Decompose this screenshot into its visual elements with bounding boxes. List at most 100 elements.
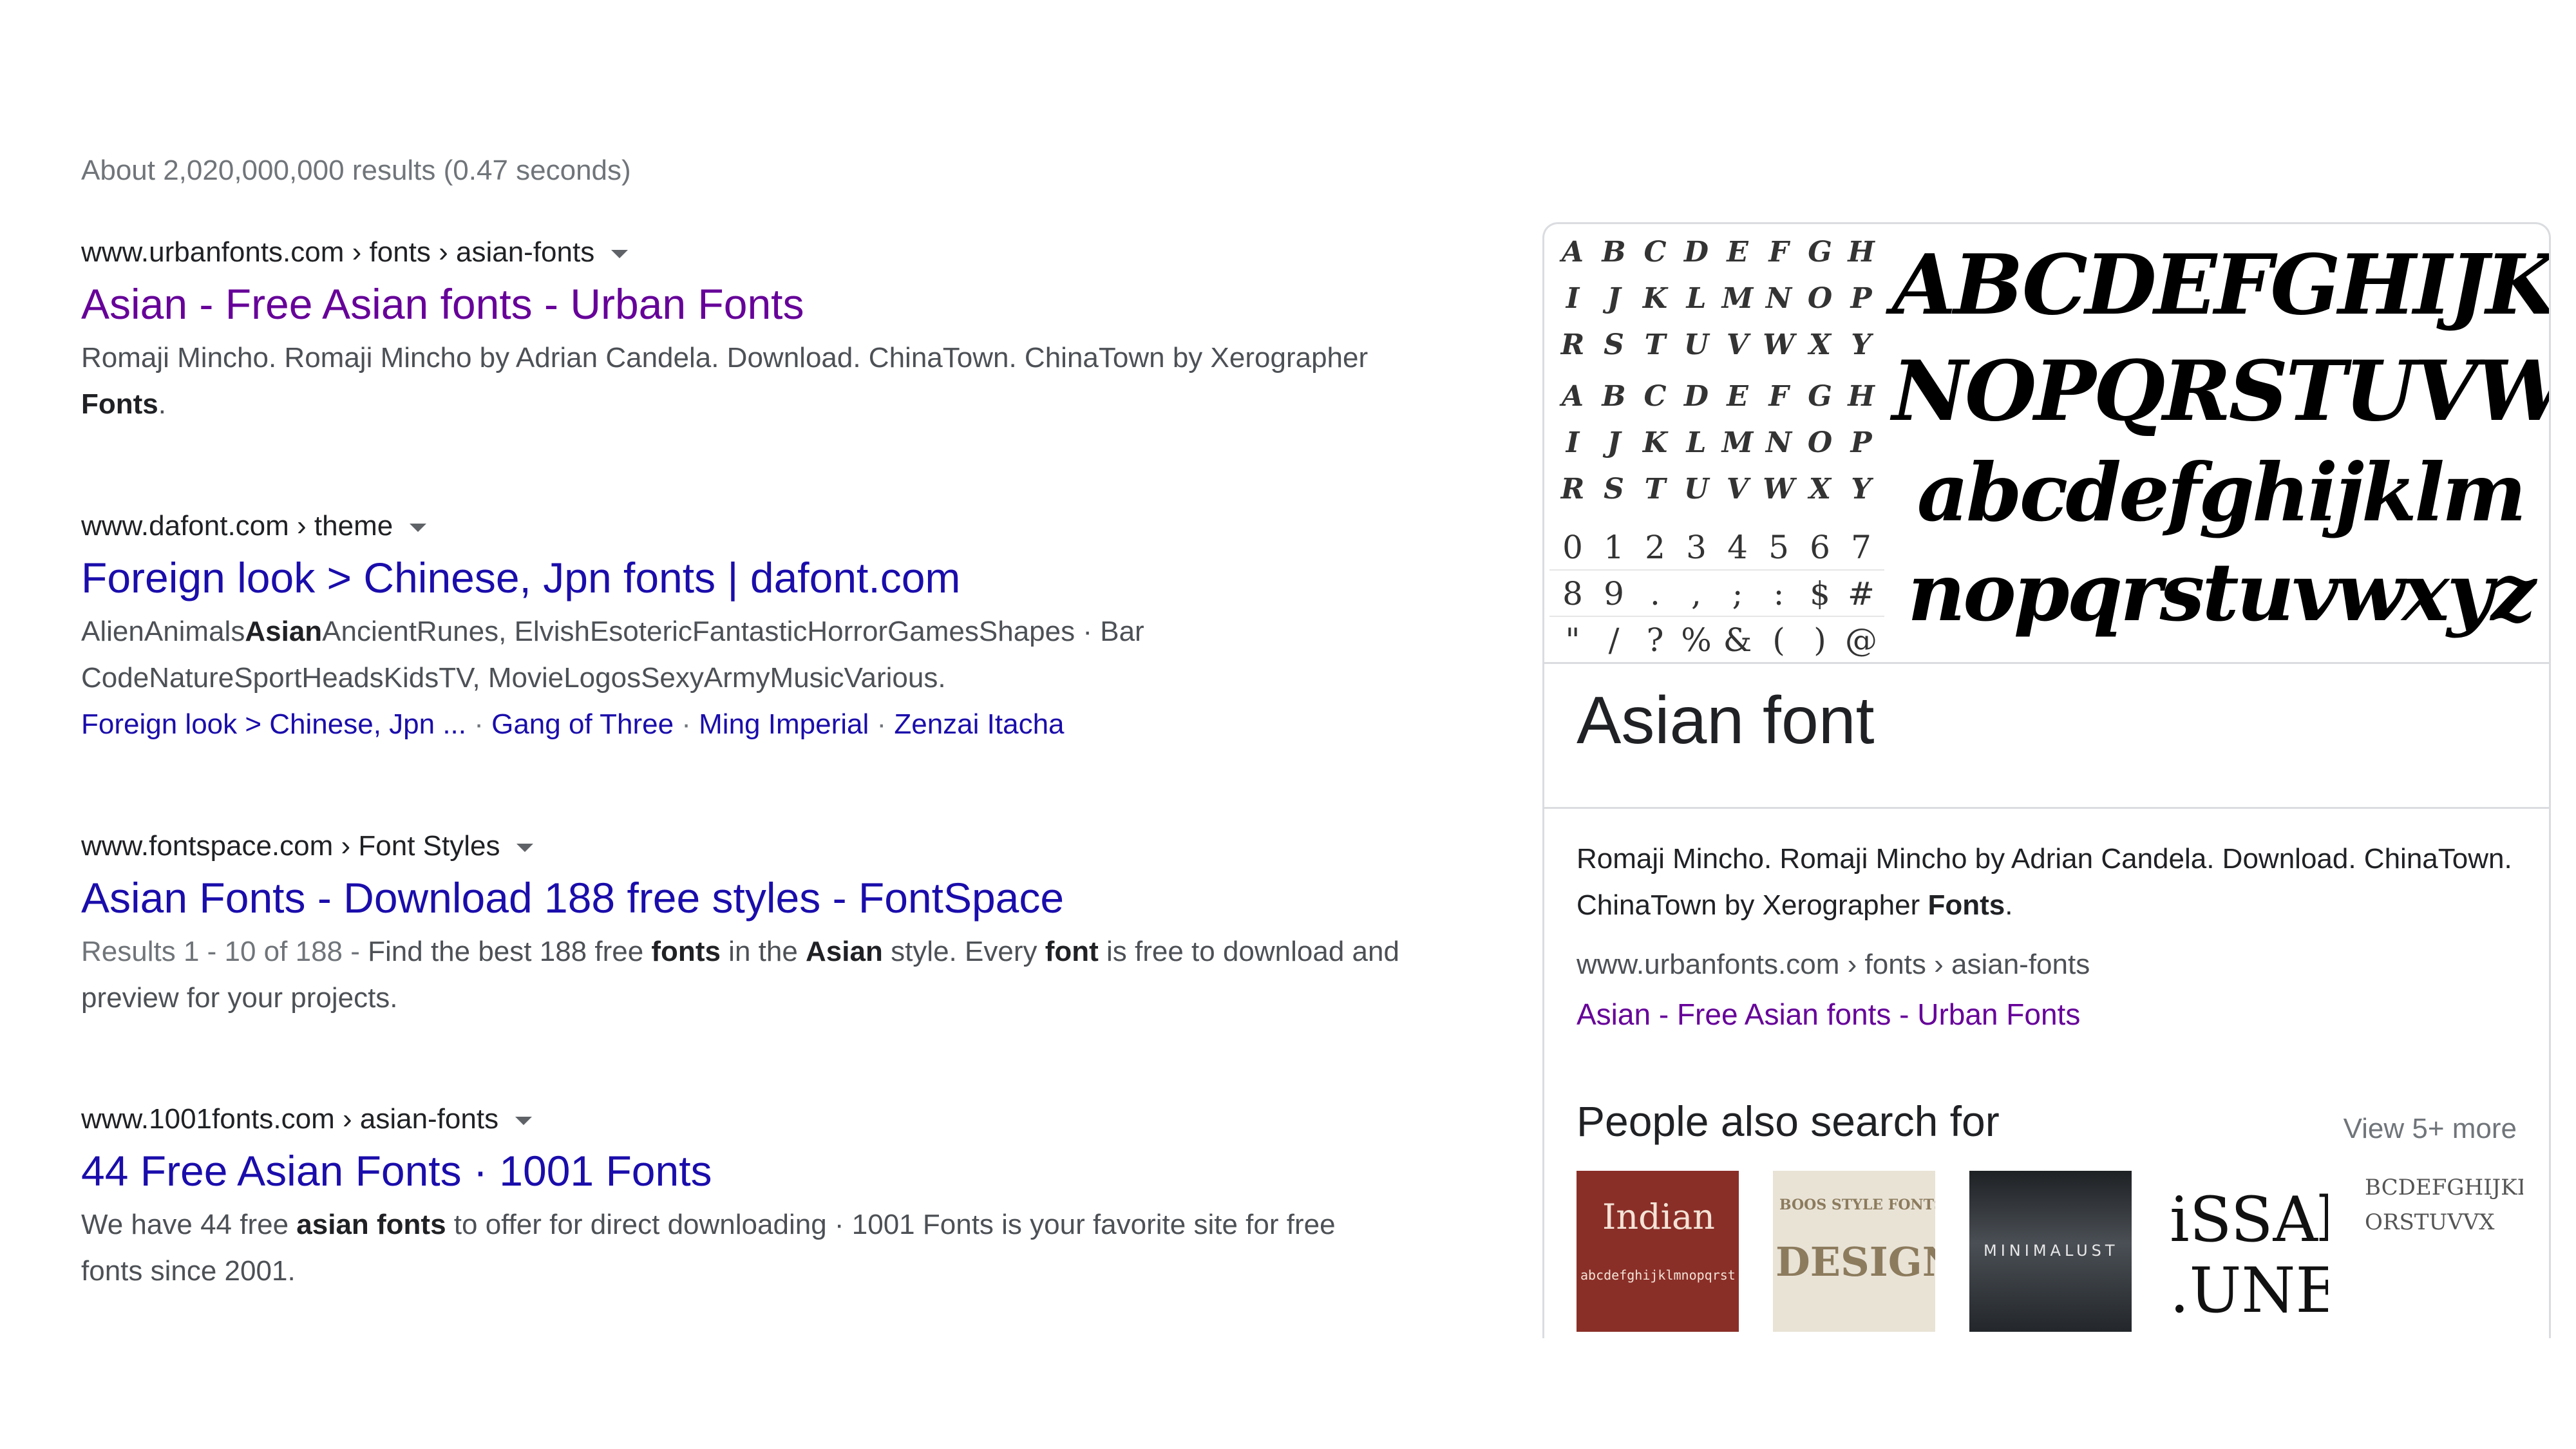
glyph-cell: E — [1727, 380, 1748, 413]
glyph-cell: M — [1721, 426, 1754, 459]
result-snippet: Results 1 - 10 of 188 - Find the best 18… — [81, 929, 1401, 1021]
result-url[interactable]: www.dafont.com › theme — [81, 506, 1401, 547]
thumbnail-label: abcdefghijklmnopqrst — [1580, 1267, 1736, 1283]
glyph-cell: A — [1561, 380, 1584, 413]
divider — [1544, 807, 2549, 809]
result-title-link[interactable]: Foreign look > Chinese, Jpn fonts | dafo… — [81, 547, 960, 609]
related-font-thumbnail[interactable]: BOOS STYLE FONTS DESIGNS — [1773, 1171, 1935, 1332]
thumbnail-label: iSSAl — [2170, 1184, 2328, 1256]
caret-down-icon[interactable] — [611, 249, 629, 258]
alphabet-line: NOPQRSTUVWXYZ — [1892, 343, 2549, 440]
glyph-cell: G — [1808, 380, 1832, 413]
snippet-text: We have 44 free — [81, 1209, 297, 1240]
glyph-cell: O — [1807, 426, 1833, 459]
sitelink[interactable]: Foreign look > Chinese, Jpn ... — [81, 708, 466, 740]
glyph-cell: W — [1763, 473, 1795, 506]
sitelink[interactable]: Gang of Three — [491, 708, 674, 740]
glyph-cell: R — [1560, 328, 1585, 361]
sitelinks: Foreign look > Chinese, Jpn ... · Gang o… — [81, 701, 1401, 748]
knowledge-panel-description: Romaji Mincho. Romaji Mincho by Adrian C… — [1577, 836, 2517, 929]
glyph-cell: F — [1768, 380, 1789, 413]
glyph-cell: 1 — [1604, 529, 1624, 566]
result-snippet: We have 44 free asian fonts to offer for… — [81, 1202, 1401, 1294]
snippet-bold: fonts — [651, 936, 721, 967]
knowledge-panel-images[interactable]: ABCDEFGHIJKLMNOPRSTUVWXYABCDEFGHIJKLMNOP… — [1544, 224, 2549, 663]
knowledge-panel-source-link[interactable]: Asian - Free Asian fonts - Urban Fonts — [1577, 997, 2080, 1032]
result-url-text: www.fontspace.com › Font Styles — [81, 830, 500, 862]
glyph-cell: % — [1681, 621, 1712, 659]
glyph-cell: @ — [1845, 621, 1877, 659]
snippet-bold: font — [1045, 936, 1099, 967]
thumbnail-label: BOOS STYLE FONTS — [1779, 1197, 1935, 1213]
glyph-cell: Y — [1851, 328, 1871, 361]
result-url[interactable]: www.1001fonts.com › asian-fonts — [81, 1099, 1401, 1140]
glyph-cell: 9 — [1604, 575, 1624, 612]
result-url[interactable]: www.urbanfonts.com › fonts › asian-fonts — [81, 232, 1401, 273]
glyph-cell: I — [1566, 282, 1580, 315]
glyph-cell: B — [1602, 236, 1626, 269]
view-more-link[interactable]: View 5+ more — [2344, 1113, 2517, 1145]
related-font-thumbnail[interactable]: iSSAl .UNE — [2166, 1171, 2328, 1332]
font-alphabet-image[interactable]: ABCDEFGHIJKLM NOPQRSTUVWXYZ abcdefghijkl… — [1892, 224, 2549, 662]
sitelink[interactable]: Ming Imperial — [699, 708, 869, 740]
glyph-cell: ; — [1732, 575, 1743, 612]
thumbnail-label: ORSTUVVX — [2365, 1209, 2495, 1235]
glyph-cell: 6 — [1810, 529, 1830, 566]
glyph-cell: / — [1608, 621, 1620, 659]
snippet-bold: Fonts — [81, 388, 158, 420]
related-font-thumbnail[interactable]: Indian abcdefghijklmnopqrst — [1577, 1171, 1739, 1332]
glyph-cell: : — [1773, 575, 1785, 612]
sitelink-separator: · — [466, 708, 492, 740]
glyph-cell: 4 — [1727, 529, 1748, 566]
snippet-date: Results 1 - 10 of 188 - — [81, 936, 368, 967]
glyph-cell: N — [1765, 426, 1792, 459]
glyph-cell: P — [1850, 426, 1872, 459]
glyph-cell: ? — [1646, 621, 1664, 659]
thumbnail-label: DESIGNS — [1776, 1238, 1935, 1285]
thumbnail-label: MINIMALUST — [1984, 1242, 2119, 1260]
result-url-text: www.dafont.com › theme — [81, 510, 393, 542]
alphabet-line: ABCDEFGHIJKLM — [1892, 237, 2551, 334]
caret-down-icon[interactable] — [515, 1116, 533, 1125]
glyph-cell: M — [1721, 282, 1754, 315]
glyph-cell: A — [1561, 236, 1584, 269]
result-stats: About 2,020,000,000 results (0.47 second… — [81, 155, 631, 186]
result-snippet: Romaji Mincho. Romaji Mincho by Adrian C… — [81, 335, 1401, 428]
result-url[interactable]: www.fontspace.com › Font Styles — [81, 826, 1401, 867]
snippet-text: style. Every — [882, 936, 1045, 967]
glyph-cell: V — [1726, 328, 1749, 361]
glyph-cell: N — [1765, 282, 1792, 315]
snippet-text: Romaji Mincho. Romaji Mincho by Adrian C… — [81, 342, 1368, 374]
thumbnail-label: Indian — [1602, 1197, 1715, 1237]
people-also-search-heading: People also search for — [1577, 1097, 2000, 1145]
glyph-cell: " — [1565, 621, 1580, 659]
related-font-thumbnail[interactable]: BCDEFGHIJKLC ORSTUVVX — [2362, 1171, 2523, 1332]
sitelink[interactable]: Zenzai Itacha — [894, 708, 1064, 740]
font-sample-grid-image[interactable]: ABCDEFGHIJKLMNOPRSTUVWXYABCDEFGHIJKLMNOP… — [1549, 229, 1884, 663]
related-font-thumbnail[interactable]: MINIMALUST — [1969, 1171, 2132, 1332]
glyph-cell: P — [1850, 282, 1872, 315]
knowledge-panel: ABCDEFGHIJKLMNOPRSTUVWXYABCDEFGHIJKLMNOP… — [1542, 222, 2551, 1338]
glyph-cell: S — [1604, 473, 1624, 506]
glyph-cell: $ — [1810, 575, 1830, 612]
glyph-cell: O — [1807, 282, 1833, 315]
glyph-cell: 5 — [1768, 529, 1789, 566]
result-title-link[interactable]: 44 Free Asian Fonts · 1001 Fonts — [81, 1140, 712, 1202]
glyph-cell: & — [1723, 621, 1752, 659]
glyph-cell: 8 — [1562, 575, 1583, 612]
result-title-link[interactable]: Asian Fonts - Download 188 free styles -… — [81, 867, 1064, 929]
result-url-text: www.1001fonts.com › asian-fonts — [81, 1103, 499, 1135]
snippet-text: in the — [720, 936, 806, 967]
result-title-link[interactable]: Asian - Free Asian fonts - Urban Fonts — [81, 273, 804, 335]
caret-down-icon[interactable] — [516, 843, 534, 852]
glyph-cell: L — [1686, 426, 1707, 459]
snippet-text: . — [158, 388, 166, 420]
glyph-cell: , — [1691, 575, 1701, 612]
knowledge-panel-title: Asian font — [1577, 683, 1875, 758]
glyph-cell: E — [1727, 236, 1748, 269]
caret-down-icon[interactable] — [410, 523, 427, 532]
knowledge-panel-source-url: www.urbanfonts.com › fonts › asian-fonts — [1577, 949, 2090, 980]
glyph-cell: ( — [1772, 621, 1785, 659]
glyph-cell: # — [1848, 575, 1875, 612]
glyph-cell: D — [1683, 236, 1709, 269]
